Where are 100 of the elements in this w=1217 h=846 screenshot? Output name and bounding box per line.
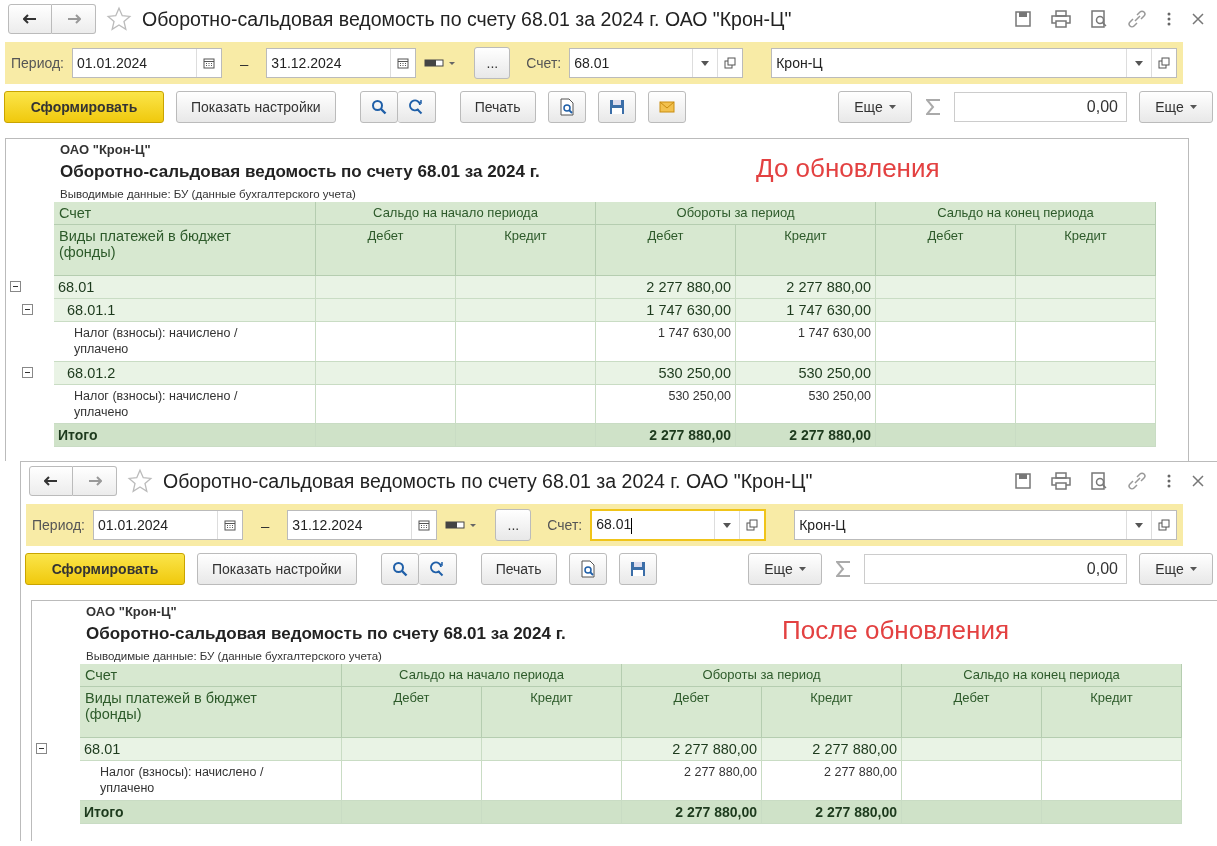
- search-refresh-button[interactable]: [418, 553, 457, 585]
- collapse-icon[interactable]: [10, 281, 21, 292]
- column-header: Дебет: [622, 687, 762, 738]
- organization-field[interactable]: Крон-Ц: [771, 48, 1177, 78]
- save-button[interactable]: [618, 553, 657, 585]
- date-from-field[interactable]: 01.01.2024: [93, 510, 243, 540]
- account-field[interactable]: 68.01: [569, 48, 744, 78]
- dropdown-icon: [1189, 567, 1197, 571]
- dropdown-icon[interactable]: [701, 60, 710, 66]
- document-magnifier-icon: [558, 98, 575, 116]
- star-icon[interactable]: [106, 6, 132, 32]
- date-to-field[interactable]: 31.12.2024: [287, 510, 438, 540]
- account-cell: Налог (взносы): начислено / уплачено: [54, 322, 316, 362]
- preview-icon[interactable]: [1090, 10, 1108, 28]
- column-header: Кредит: [736, 225, 876, 276]
- search-button[interactable]: [380, 553, 419, 585]
- report-title: Оборотно-сальдовая ведомость по счету 68.01 за 2024 г.: [85, 623, 567, 645]
- column-group-header: Сальдо на начало периода: [342, 664, 622, 687]
- amount-cell: 530 250,00: [736, 384, 876, 424]
- close-icon[interactable]: [1191, 474, 1205, 488]
- period-mode-icon[interactable]: [445, 520, 478, 530]
- back-button[interactable]: [29, 466, 73, 496]
- calendar-icon[interactable]: [397, 57, 410, 69]
- date-to-field[interactable]: 31.12.2024: [266, 48, 417, 78]
- column-group-header: Сальдо на конец периода: [902, 664, 1182, 687]
- total-label: Итого: [80, 800, 342, 824]
- collapse-icon[interactable]: [22, 366, 33, 378]
- sum-field[interactable]: 0,00: [864, 554, 1127, 584]
- print-icon[interactable]: [1051, 10, 1071, 28]
- link-icon[interactable]: [1127, 10, 1147, 28]
- save-icon[interactable]: [1014, 472, 1032, 490]
- star-icon[interactable]: [127, 468, 153, 494]
- column-header: Дебет: [902, 687, 1042, 738]
- show-settings-button[interactable]: Показать настройки: [176, 91, 336, 123]
- search-icon: [370, 99, 387, 115]
- account-label: Счет:: [526, 55, 562, 71]
- period-select-button[interactable]: ...: [495, 509, 532, 541]
- more-icon[interactable]: [1166, 473, 1172, 489]
- preview-button[interactable]: [568, 553, 607, 585]
- right-arrow-icon: [87, 476, 102, 486]
- column-group-header: Сальдо на начало периода: [316, 202, 596, 225]
- search-button[interactable]: [359, 91, 398, 123]
- open-icon[interactable]: [724, 57, 737, 69]
- open-icon[interactable]: [1158, 519, 1170, 531]
- calendar-icon[interactable]: [224, 519, 236, 531]
- column-header: Кредит: [456, 225, 596, 276]
- show-settings-button[interactable]: Показать настройки: [197, 553, 357, 585]
- date-from-field[interactable]: 01.01.2024: [72, 48, 222, 78]
- save-icon[interactable]: [1014, 10, 1032, 28]
- save-button[interactable]: [597, 91, 636, 123]
- date-range-dash: –: [260, 516, 271, 534]
- period-mode-icon[interactable]: [424, 58, 457, 68]
- window-title: Оборотно-сальдовая ведомость по счету 68.01 за 2024 г. ОАО "Крон-Ц": [163, 469, 813, 493]
- account-field[interactable]: 68.01: [590, 509, 767, 541]
- more-button[interactable]: Еще: [838, 91, 912, 123]
- search-icon: [391, 561, 408, 577]
- column-header: Кредит: [1016, 225, 1156, 276]
- window-title: Оборотно-сальдовая ведомость по счету 68.01 за 2024 г. ОАО "Крон-Ц": [142, 7, 792, 31]
- back-button[interactable]: [8, 4, 52, 34]
- column-header: Дебет: [316, 225, 456, 276]
- column-header: Дебет: [876, 225, 1016, 276]
- dropdown-icon[interactable]: [1135, 60, 1143, 66]
- amount-cell: 2 277 880,00: [596, 276, 736, 299]
- total-amount-cell: 2 277 880,00: [762, 800, 902, 824]
- more-button[interactable]: Еще: [1139, 91, 1213, 123]
- calendar-icon[interactable]: [418, 519, 431, 531]
- amount-cell: 530 250,00: [596, 361, 736, 385]
- period-select-button[interactable]: ...: [474, 47, 511, 79]
- report-organization: ОАО "Крон-Ц": [59, 141, 152, 158]
- collapse-icon[interactable]: [22, 304, 33, 315]
- open-icon[interactable]: [1158, 57, 1170, 69]
- left-arrow-icon: [44, 476, 58, 486]
- dropdown-icon[interactable]: [1135, 522, 1143, 528]
- collapse-icon[interactable]: [36, 743, 47, 754]
- search-refresh-button[interactable]: [397, 91, 436, 123]
- column-header: Виды платежей в бюджет (фонды): [54, 225, 316, 276]
- generate-button[interactable]: Сформировать: [4, 91, 164, 123]
- more-icon[interactable]: [1166, 11, 1172, 27]
- account-cell: 68.01: [54, 276, 316, 299]
- report-note: Выводимые данные: БУ (данные бухгалтерского учета): [85, 649, 383, 664]
- sum-field[interactable]: 0,00: [954, 92, 1127, 122]
- open-icon[interactable]: [746, 519, 759, 531]
- organization-field[interactable]: Крон-Ц: [794, 510, 1177, 540]
- column-group-header: Сальдо на конец периода: [876, 202, 1156, 225]
- preview-icon[interactable]: [1090, 472, 1108, 490]
- preview-button[interactable]: [547, 91, 586, 123]
- dropdown-icon: [888, 105, 896, 109]
- dropdown-icon[interactable]: [723, 522, 732, 528]
- calendar-icon[interactable]: [203, 57, 215, 69]
- print-button[interactable]: Печать: [480, 553, 557, 585]
- print-icon[interactable]: [1051, 472, 1071, 490]
- link-icon[interactable]: [1127, 472, 1147, 490]
- generate-button[interactable]: Сформировать: [25, 553, 185, 585]
- annotation-text: До обновления: [756, 152, 940, 185]
- more-button[interactable]: Еще: [1139, 553, 1213, 585]
- close-icon[interactable]: [1191, 12, 1205, 26]
- report-organization: ОАО "Крон-Ц": [85, 603, 178, 620]
- more-button[interactable]: Еще: [748, 553, 822, 585]
- print-button[interactable]: Печать: [459, 91, 536, 123]
- sum-icon: [836, 561, 850, 577]
